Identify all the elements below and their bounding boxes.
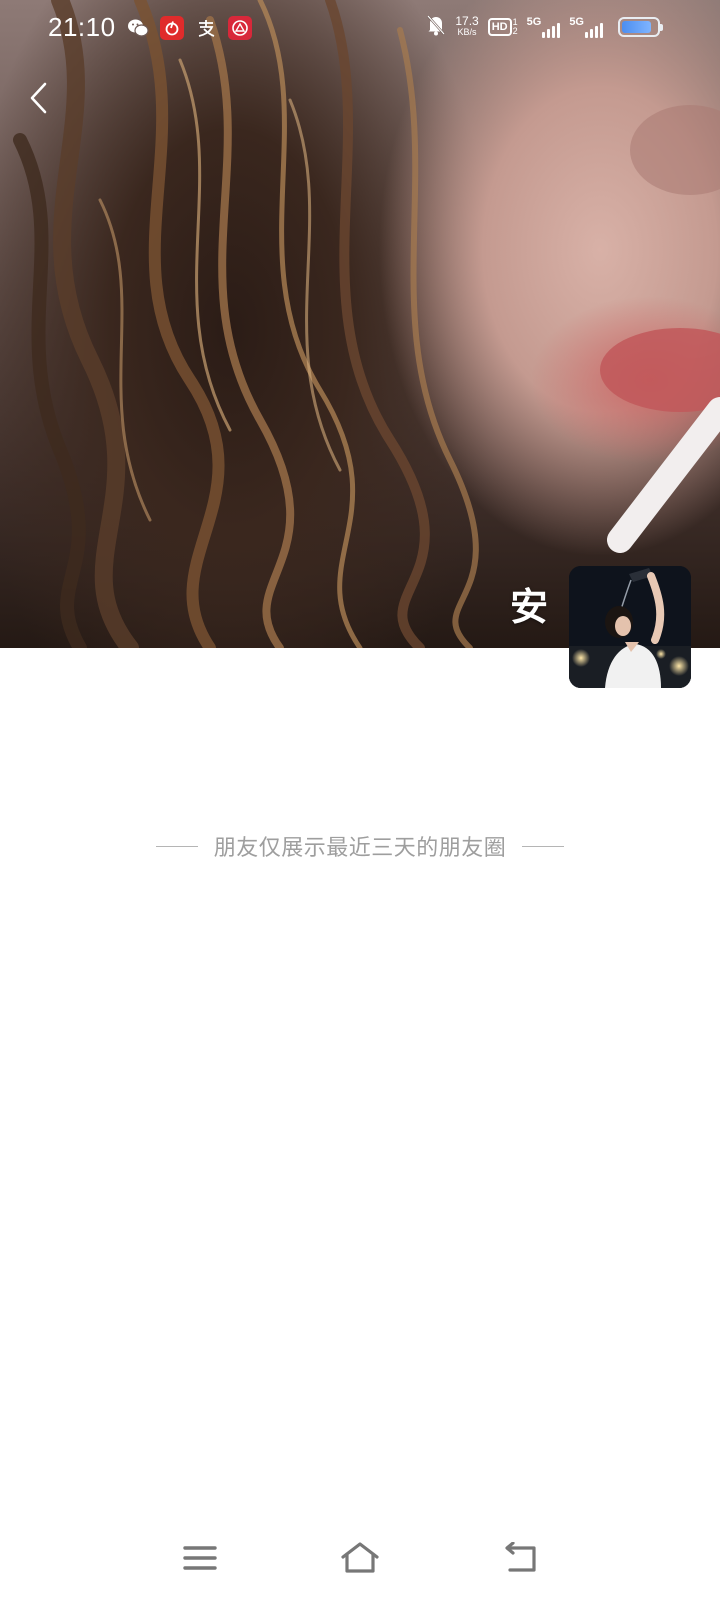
divider-left [155,845,198,847]
navigation-bar [0,1530,720,1586]
menu-button[interactable] [172,1530,228,1586]
chevron-left-icon [30,82,47,114]
back-nav-button[interactable] [492,1530,548,1586]
home-button[interactable] [332,1530,388,1586]
divider-right [522,845,565,847]
avatar-photo [569,566,691,688]
battery-icon [618,17,663,37]
signal-sim2: 5G [569,16,603,38]
notification-icons [126,16,252,40]
signal-sim1: 5G [527,16,561,38]
wechat-icon [126,16,150,40]
menu-icon [183,1546,217,1570]
bank-app-icon [228,16,252,40]
hd-badge: HD 1 2 [487,18,518,36]
back-arrow-icon [505,1542,536,1572]
status-time: 21:10 [48,12,116,42]
battery-level [622,21,651,33]
cover-photo-art [13,0,720,648]
network-speed: 17.3 KB/s [455,14,479,37]
alipay-icon [194,16,218,40]
moments-screen: 21:10 17.3 KB/s HD 1 2 5G 5G 安 朋友仅展示最近三天… [0,0,720,1600]
netease-music-icon [160,16,184,40]
system-icons: 17.3 KB/s HD 1 2 5G 5G [426,14,663,40]
moments-notice: 朋友仅展示最近三天的朋友圈 [0,830,720,862]
home-icon [341,1542,379,1573]
status-bar: 21:10 17.3 KB/s HD 1 2 5G 5G [0,0,720,56]
profile-name[interactable]: 安 [510,576,548,631]
cover-photo[interactable] [0,0,720,648]
notice-text: 朋友仅展示最近三天的朋友圈 [213,836,507,861]
back-button[interactable] [18,76,58,120]
bell-off-icon [426,14,446,40]
avatar[interactable] [569,566,691,688]
